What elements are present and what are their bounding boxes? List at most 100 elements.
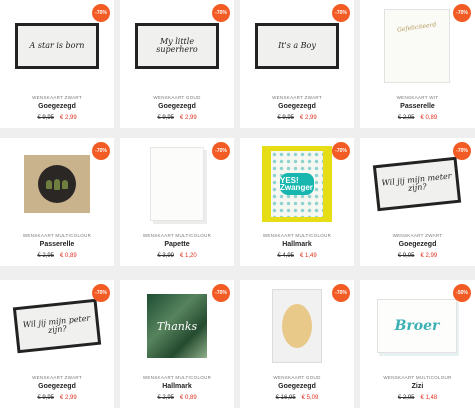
product-card[interactable]: -70% WENSKAART MULTICOLOUR Passerelle € … <box>0 138 114 266</box>
new-price: € 2,99 <box>180 115 197 121</box>
product-category: WENSKAART MULTICOLOUR <box>22 233 92 238</box>
product-card[interactable]: It's a Boy -70% WENSKAART ZWART Goegezeg… <box>240 0 354 128</box>
product-image[interactable] <box>12 146 102 222</box>
product-card[interactable]: -70% WENSKAART MULTICOLOUR Papette € 3,9… <box>120 138 234 266</box>
product-prices: € 9,95 € 2,99 <box>360 253 475 259</box>
product-image[interactable] <box>252 288 342 364</box>
product-card[interactable]: Wil jij mijn meter zijn? -70% WENSKAART … <box>360 138 475 266</box>
product-brand[interactable]: Goegezegd <box>120 103 234 110</box>
product-prices: € 9,95 € 2,99 <box>240 115 354 121</box>
product-prices: € 3,99 € 1,20 <box>120 253 234 259</box>
product-brand[interactable]: Goegezegd <box>0 103 114 110</box>
product-image[interactable]: YES! Zwanger <box>252 146 342 222</box>
yes-zwanger-card-icon: YES! Zwanger <box>262 146 332 222</box>
discount-badge: -70% <box>332 4 350 22</box>
old-price: € 2,95 <box>157 395 174 401</box>
product-category: WENSKAART GOUD <box>153 95 201 100</box>
product-prices: € 2,95 € 1,48 <box>360 395 475 401</box>
product-card[interactable]: A star is born -70% WENSKAART ZWART Goeg… <box>0 0 114 128</box>
gold-tag-card-icon <box>272 289 322 363</box>
product-grid: A star is born -70% WENSKAART ZWART Goeg… <box>0 0 475 408</box>
product-category: WENSKAART ZWART <box>272 95 322 100</box>
product-brand[interactable]: Hallmark <box>120 383 234 390</box>
new-price: € 0,89 <box>420 115 438 121</box>
product-image[interactable] <box>132 146 222 222</box>
product-brand[interactable]: Papette <box>120 241 234 248</box>
new-price: € 1,48 <box>420 395 438 401</box>
product-prices: € 9,95 € 2,99 <box>0 395 114 401</box>
old-price: € 3,99 <box>157 253 174 259</box>
old-price: € 9,95 <box>157 115 174 121</box>
discount-badge: -70% <box>332 284 350 302</box>
product-brand[interactable]: Goegezegd <box>240 383 354 390</box>
product-image[interactable]: Thanks <box>132 288 222 364</box>
product-card[interactable]: My little superhero -70% WENSKAART GOUD … <box>120 0 234 128</box>
product-brand[interactable]: Hallmark <box>240 241 354 248</box>
product-prices: € 16,95 € 5,09 <box>240 395 354 401</box>
product-image[interactable]: Wil jij mijn meter zijn? <box>372 146 462 222</box>
product-prices: € 2,95 € 0,89 <box>120 395 234 401</box>
discount-badge: -70% <box>212 4 230 22</box>
old-price: € 16,95 <box>275 395 296 401</box>
black-frame-card-icon: My little superhero <box>135 23 219 69</box>
product-category: WENSKAART GOUD <box>273 375 321 380</box>
discount-badge: -70% <box>212 142 230 160</box>
discount-badge: -70% <box>92 4 110 22</box>
discount-badge: -70% <box>212 284 230 302</box>
product-card[interactable]: -70% WENSKAART GOUD Goegezegd € 16,95 € 5… <box>240 280 354 408</box>
product-prices: € 4,95 € 1,49 <box>240 253 354 259</box>
new-price: € 5,09 <box>301 395 319 401</box>
product-brand[interactable]: Passerelle <box>0 241 114 248</box>
cactus-icon <box>38 165 76 203</box>
new-price: € 1,49 <box>300 253 317 259</box>
black-frame-card-icon: Wil jij mijn meter zijn? <box>372 156 462 212</box>
old-price: € 9,95 <box>37 115 54 121</box>
product-prices: € 9,95 € 2,99 <box>120 115 234 121</box>
product-image[interactable]: A star is born <box>12 8 102 84</box>
product-card[interactable]: Wil jij mijn peter zijn? -70% WENSKAART … <box>0 280 114 408</box>
product-image[interactable]: Wil jij mijn peter zijn? <box>12 288 102 364</box>
product-brand[interactable]: Passerelle <box>360 103 475 110</box>
product-prices: € 2,95 € 0,89 <box>360 115 475 121</box>
product-card[interactable]: Gefeliciteerd -70% WENSKAART WIT Passere… <box>360 0 475 128</box>
cactus-card-icon <box>24 155 90 213</box>
black-frame-card-icon: It's a Boy <box>255 23 339 69</box>
new-price: € 1,20 <box>180 253 197 259</box>
new-price: € 2,99 <box>60 395 77 401</box>
black-frame-card-icon: A star is born <box>15 23 99 69</box>
product-category: WENSKAART MULTICOLOUR <box>142 233 212 238</box>
product-image[interactable]: Broer <box>372 288 462 364</box>
product-prices: € 9,95 € 2,99 <box>0 115 114 121</box>
old-price: € 9,95 <box>277 115 294 121</box>
broer-card-icon: Broer <box>377 299 457 353</box>
old-price: € 2,95 <box>397 115 415 121</box>
product-category: WENSKAART ZWART <box>32 95 82 100</box>
product-card[interactable]: Thanks -70% WENSKAART MULTICOLOUR Hallma… <box>120 280 234 408</box>
white-text-card-icon <box>150 147 204 221</box>
discount-badge: -70% <box>453 4 471 22</box>
product-brand[interactable]: Goegezegd <box>240 103 354 110</box>
old-price: € 9,95 <box>37 395 54 401</box>
discount-badge: -50% <box>453 284 471 302</box>
product-image[interactable]: My little superhero <box>132 8 222 84</box>
product-brand[interactable]: Zizi <box>360 383 475 390</box>
product-category: WENSKAART WIT <box>396 95 439 100</box>
product-card[interactable]: YES! Zwanger -70% WENSKAART MULTICOLOUR … <box>240 138 354 266</box>
product-image[interactable]: Gefeliciteerd <box>372 8 462 84</box>
discount-badge: -70% <box>453 142 471 160</box>
product-brand[interactable]: Goegezegd <box>360 241 475 248</box>
new-price: € 2,99 <box>300 115 317 121</box>
product-category: WENSKAART ZWART <box>32 375 82 380</box>
product-card[interactable]: Broer -50% WENSKAART MULTICOLOUR Zizi € … <box>360 280 475 408</box>
product-category: WENSKAART ZWART <box>392 233 443 238</box>
jungle-card-icon: Thanks <box>147 294 207 358</box>
new-price: € 0,89 <box>60 253 77 259</box>
discount-badge: -70% <box>332 142 350 160</box>
new-price: € 2,99 <box>420 253 438 259</box>
product-prices: € 2,95 € 0,89 <box>0 253 114 259</box>
product-brand[interactable]: Goegezegd <box>0 383 114 390</box>
black-frame-card-icon: Wil jij mijn peter zijn? <box>12 298 102 354</box>
white-gold-card-icon: Gefeliciteerd <box>384 9 450 83</box>
product-image[interactable]: It's a Boy <box>252 8 342 84</box>
old-price: € 4,95 <box>277 253 294 259</box>
